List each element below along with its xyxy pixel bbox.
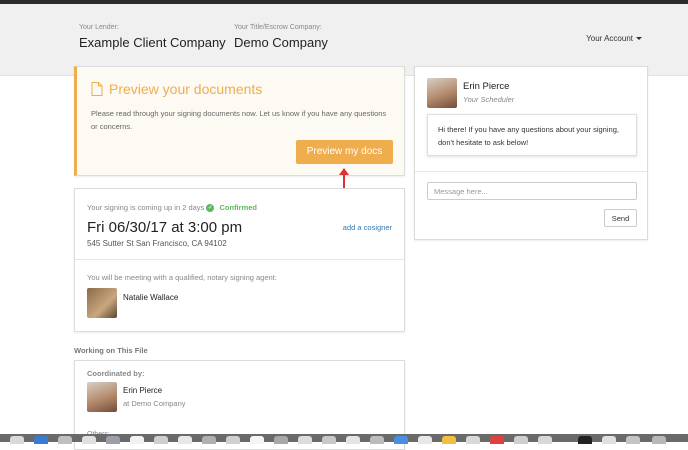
dock-app-icon[interactable] [250,436,264,444]
agent-avatar [87,288,117,318]
dock-app-icon[interactable] [578,436,592,444]
dock-app-icon[interactable] [626,436,640,444]
divider [75,259,404,260]
dock-app-icon[interactable] [394,436,408,444]
dock-app-icon[interactable] [418,436,432,444]
scheduler-role: Your Scheduler [463,95,515,104]
signing-card: Your signing is coming up in 2 days ✓ Co… [74,188,405,332]
working-title: Working on This File [74,346,148,355]
dock-app-icon[interactable] [490,436,504,444]
dock-app-icon[interactable] [178,436,192,444]
signing-status-line: Your signing is coming up in 2 days ✓ Co… [87,203,257,213]
message-input[interactable] [427,182,637,200]
preview-description: Please read through your signing documen… [91,109,387,131]
dock-app-icon[interactable] [322,436,336,444]
meeting-text: You will be meeting with a qualified, no… [87,273,277,282]
confirmed-badge: Confirmed [219,203,257,212]
dock-app-icon[interactable] [514,436,528,444]
lender-block: Your Lender: Example Client Company [79,24,226,50]
coordinator-name: Erin Pierce [123,386,163,395]
agent-name: Natalie Wallace [123,293,179,302]
dock-app-icon[interactable] [602,436,616,444]
signing-address: 545 Sutter St San Francisco, CA 94102 [87,239,227,248]
add-cosigner-link[interactable]: add a cosigner [343,223,392,232]
dock-app-icon[interactable] [298,436,312,444]
title-company-block: Your Title/Escrow Company: Demo Company [234,24,328,50]
lender-value: Example Client Company [79,35,226,50]
caret-down-icon [636,37,642,41]
account-label: Your Account [586,34,633,43]
dock-app-icon[interactable] [370,436,384,444]
dock-app-icon[interactable] [130,436,144,444]
dock-app-icon[interactable] [82,436,96,444]
coming-text: Your signing is coming up in 2 days [87,203,205,212]
coordinator-avatar [87,382,117,412]
account-menu[interactable]: Your Account [586,34,642,43]
dock-app-icon[interactable] [58,436,72,444]
dock-app-icon[interactable] [538,436,552,444]
scheduler-message-bubble: Hi there! If you have any questions abou… [427,114,637,156]
scheduler-card: Erin Pierce Your Scheduler Hi there! If … [414,66,648,240]
title-company-label: Your Title/Escrow Company: [234,24,322,31]
document-icon [91,81,103,99]
dock-app-icon[interactable] [106,436,120,444]
scheduler-name: Erin Pierce [463,81,510,92]
dock-app-icon[interactable] [652,436,666,444]
dock-app-icon[interactable] [10,436,24,444]
title-company-value: Demo Company [234,35,328,50]
signing-date: Fri 06/30/17 at 3:00 pm [87,219,243,236]
dock-app-icon[interactable] [154,436,168,444]
preview-title-text: Preview your documents [109,81,263,97]
dock-app-icon[interactable] [226,436,240,444]
preview-title: Preview your documents [91,81,262,99]
dock-app-icon[interactable] [346,436,360,444]
send-button[interactable]: Send [604,209,637,227]
preview-my-docs-button[interactable]: Preview my docs [296,140,393,164]
check-circle-icon: ✓ [206,204,215,213]
scheduler-avatar [427,78,457,108]
dock-app-icon[interactable] [274,436,288,444]
dock-app-icon[interactable] [202,436,216,444]
coordinator-company: at Demo Company [123,399,186,408]
lender-label: Your Lender: [79,24,119,31]
coordinated-by-label: Coordinated by: [87,369,145,378]
divider [415,171,647,172]
dock-app-icon[interactable] [34,436,48,444]
dock-app-icon[interactable] [466,436,480,444]
dock [0,434,688,444]
dock-app-icon[interactable] [442,436,456,444]
